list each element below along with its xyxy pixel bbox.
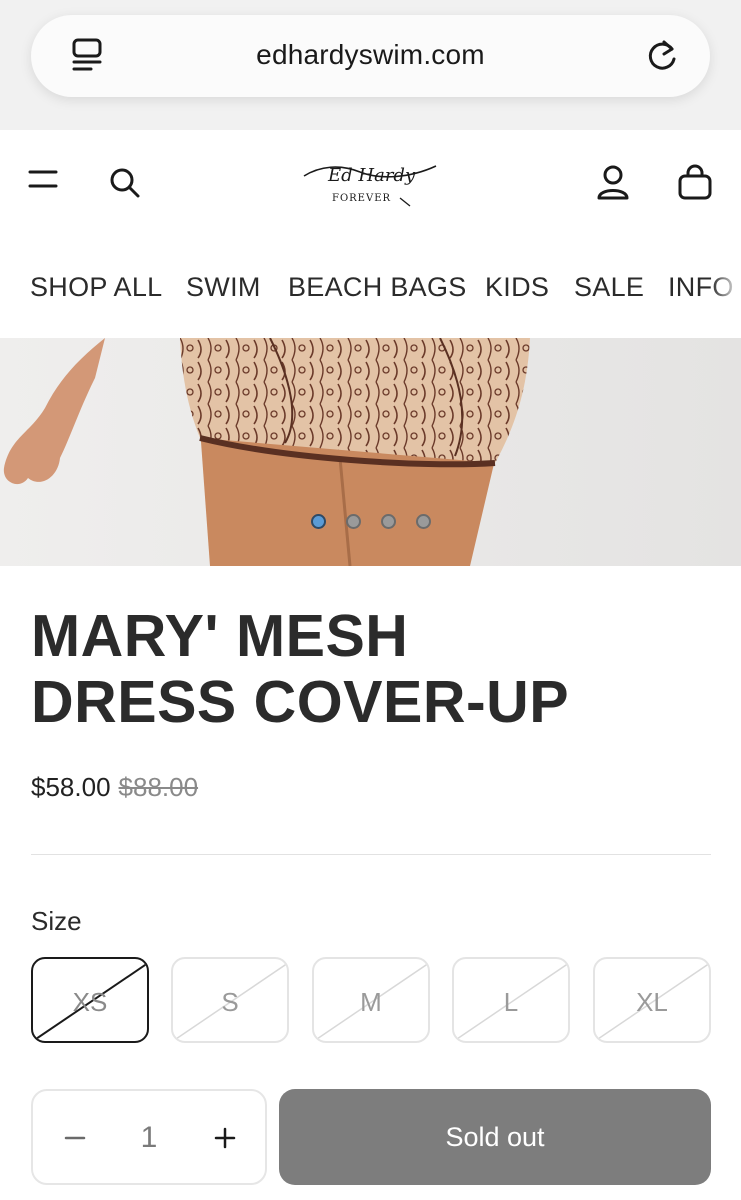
carousel-dot[interactable] xyxy=(346,514,361,529)
nav-item-beach-bags[interactable]: BEACH BAGS xyxy=(288,272,467,303)
svg-text:FOREVER: FOREVER xyxy=(332,193,391,204)
nav-scroll-fade xyxy=(711,238,741,338)
product-title-line-1: MARY' MESH xyxy=(31,603,409,669)
size-option-label: XL xyxy=(636,987,668,1017)
size-option-s[interactable]: S xyxy=(171,957,289,1043)
url-text[interactable]: edhardyswim.com xyxy=(31,39,710,71)
account-icon[interactable] xyxy=(595,164,631,207)
size-option-xl[interactable]: XL xyxy=(593,957,711,1043)
increase-quantity-button[interactable] xyxy=(213,1123,237,1158)
nav-item-kids[interactable]: KIDS xyxy=(485,272,549,303)
cart-icon[interactable] xyxy=(676,164,714,207)
menu-icon[interactable] xyxy=(28,168,58,197)
search-icon[interactable] xyxy=(108,166,142,205)
site-header: Ed Hardy FOREVER xyxy=(0,130,741,238)
size-option-xs[interactable]: XS xyxy=(31,957,149,1043)
size-option-l[interactable]: L xyxy=(452,957,570,1043)
size-option-label: L xyxy=(503,987,519,1017)
carousel-dot[interactable] xyxy=(416,514,431,529)
size-option-label: M xyxy=(360,987,382,1017)
sale-price: $58.00 xyxy=(31,772,111,802)
quantity-stepper: 1 xyxy=(31,1089,267,1185)
sold-out-button[interactable]: Sold out xyxy=(279,1089,711,1185)
reload-icon[interactable] xyxy=(644,37,680,80)
main-nav: SHOP ALL SWIM BEACH BAGS KIDS SALE INFO xyxy=(0,238,741,338)
size-label: Size xyxy=(31,906,82,936)
product-title: MARY' MESH DRESS COVER-UP xyxy=(31,603,711,735)
nav-item-sale[interactable]: SALE xyxy=(574,272,644,303)
svg-text:Ed Hardy: Ed Hardy xyxy=(327,165,416,186)
size-option-label: S xyxy=(221,987,239,1017)
price-row: $58.00 $88.00 xyxy=(31,772,198,803)
size-option-m[interactable]: M xyxy=(312,957,430,1043)
carousel-dots xyxy=(0,514,741,534)
compare-at-price: $88.00 xyxy=(118,772,199,802)
size-option-label: XS xyxy=(72,987,108,1017)
carousel-dot[interactable] xyxy=(381,514,396,529)
address-bar[interactable]: edhardyswim.com xyxy=(31,15,710,97)
browser-chrome: edhardyswim.com xyxy=(0,0,741,130)
product-title-line-2: DRESS COVER-UP xyxy=(31,669,570,735)
brand-logo[interactable]: Ed Hardy FOREVER xyxy=(300,154,440,215)
nav-item-swim[interactable]: SWIM xyxy=(186,272,261,303)
divider xyxy=(31,854,711,855)
carousel-dot-active[interactable] xyxy=(311,514,326,529)
nav-item-shop-all[interactable]: SHOP ALL xyxy=(30,272,162,303)
